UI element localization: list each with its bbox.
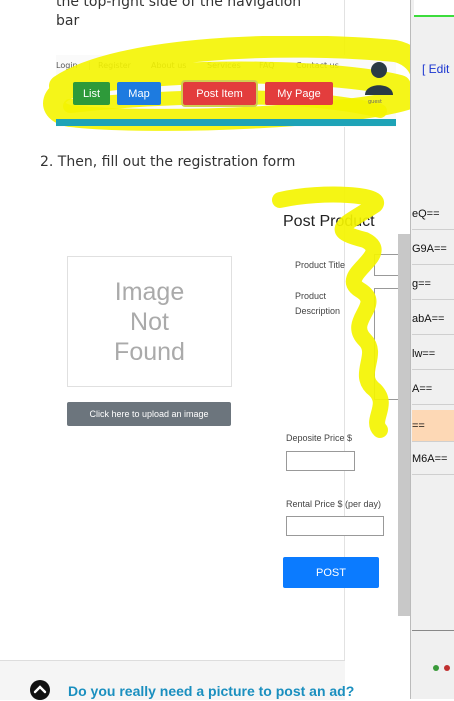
right-cell-3: g== bbox=[412, 268, 454, 300]
intro-text-line2: bar bbox=[56, 13, 80, 29]
faq-question-link[interactable]: Do you really need a picture to post an … bbox=[68, 683, 354, 699]
post-button[interactable]: POST bbox=[283, 557, 379, 588]
right-cell-6: A== bbox=[412, 373, 454, 405]
right-cell-7: == bbox=[412, 410, 454, 442]
rental-price-label: Rental Price $ (per day) bbox=[286, 499, 382, 509]
post-item-button[interactable]: Post Item bbox=[181, 80, 258, 107]
collapse-chevron-icon[interactable] bbox=[29, 679, 51, 701]
right-cell-5: lw== bbox=[412, 338, 454, 370]
image-placeholder-line2: Not bbox=[130, 307, 169, 336]
right-divider bbox=[412, 630, 454, 631]
status-dots-icon bbox=[433, 665, 450, 671]
list-button[interactable]: List bbox=[73, 82, 110, 105]
avatar-caption: guest bbox=[368, 99, 382, 105]
right-cell-8: M6A== bbox=[412, 443, 454, 475]
navbar-bottom-strip bbox=[56, 119, 396, 126]
right-cell-4: abA== bbox=[412, 303, 454, 335]
rental-price-input[interactable] bbox=[286, 516, 384, 536]
right-cell-2: G9A== bbox=[412, 233, 454, 265]
map-button[interactable]: Map bbox=[117, 82, 161, 105]
step-2-text: 2. Then, fill out the registration form bbox=[40, 154, 296, 170]
edit-link[interactable]: [ Edit bbox=[422, 62, 449, 76]
avatar-icon[interactable] bbox=[362, 60, 396, 96]
image-placeholder-line1: Image bbox=[114, 277, 185, 306]
yellow-scribble bbox=[272, 186, 389, 438]
deposit-price-input[interactable] bbox=[286, 451, 355, 471]
right-cell-1: eQ== bbox=[412, 198, 454, 230]
my-page-button[interactable]: My Page bbox=[265, 82, 333, 105]
upload-image-button[interactable]: Click here to upload an image bbox=[67, 402, 231, 426]
image-placeholder: Image Not Found bbox=[67, 256, 232, 387]
window-header-strip bbox=[414, 0, 454, 17]
image-placeholder-line3: Found bbox=[114, 337, 185, 366]
intro-text-line1: the top-right side of the navigation bbox=[56, 0, 302, 10]
